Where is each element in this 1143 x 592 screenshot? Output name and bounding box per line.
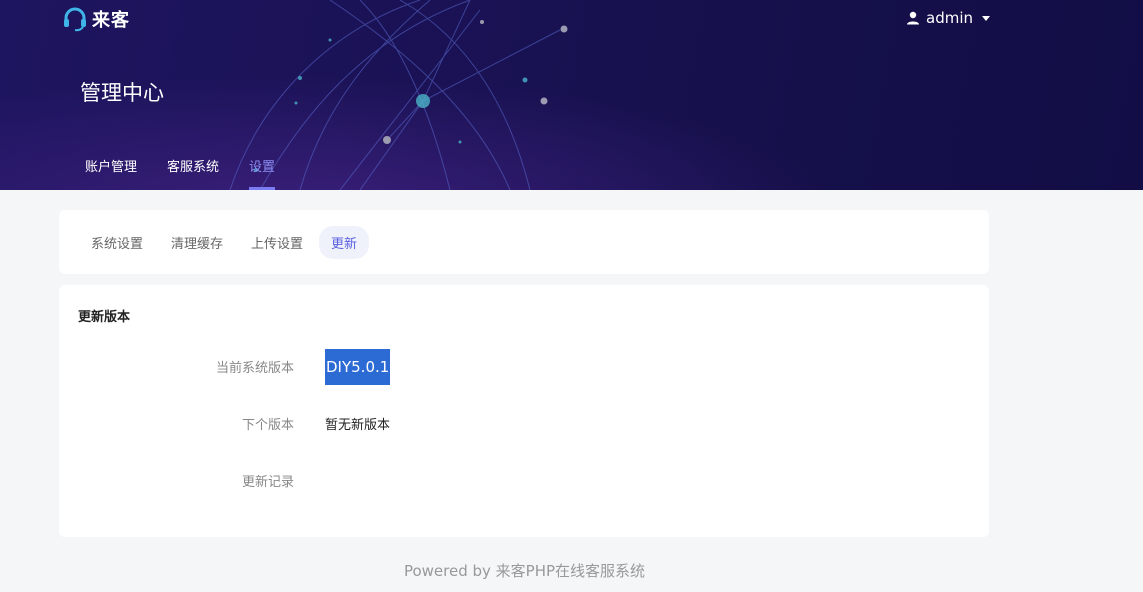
top-nav: 账户管理 客服系统 设置: [85, 156, 305, 190]
headset-icon: [64, 7, 86, 32]
nav-account-management[interactable]: 账户管理: [85, 156, 137, 190]
next-version-value: 暂无新版本: [325, 418, 391, 433]
username: admin: [926, 9, 973, 27]
user-icon: [907, 11, 919, 25]
header-banner: 来客 admin 管理中心 账户管理 客服系统 设置: [0, 0, 1143, 190]
next-version-row: 下个版本 暂无新版本: [59, 414, 989, 434]
page-title: 管理中心: [80, 81, 164, 105]
update-log-row: 更新记录: [59, 471, 989, 491]
settings-tabs: 系统设置 清理缓存 上传设置 更新: [59, 210, 989, 274]
footer-text: Powered by 来客PHP在线客服系统: [403, 562, 646, 580]
next-version-label: 下个版本: [241, 418, 294, 433]
tab-system-settings[interactable]: 系统设置: [79, 226, 155, 259]
brand-logo[interactable]: 来客: [62, 6, 130, 32]
chevron-down-icon: [982, 15, 990, 21]
tab-update[interactable]: 更新: [319, 225, 370, 259]
update-panel: 更新版本 当前系统版本 DIY5.0.1 下个版本 暂无新版本 更新记录: [59, 285, 989, 537]
current-version-value: DIY5.0.1: [325, 349, 391, 385]
nav-settings[interactable]: 设置: [249, 156, 276, 190]
brand-name: 来客: [92, 10, 130, 31]
current-version-row: 当前系统版本 DIY5.0.1: [59, 349, 989, 385]
panel-title: 更新版本: [78, 310, 131, 325]
user-menu[interactable]: admin: [906, 9, 990, 27]
tab-clear-cache[interactable]: 清理缓存: [159, 226, 235, 259]
current-version-label: 当前系统版本: [215, 361, 294, 376]
nav-customer-service[interactable]: 客服系统: [167, 156, 219, 190]
update-log-label: 更新记录: [241, 475, 294, 490]
tab-upload-settings[interactable]: 上传设置: [239, 226, 315, 259]
